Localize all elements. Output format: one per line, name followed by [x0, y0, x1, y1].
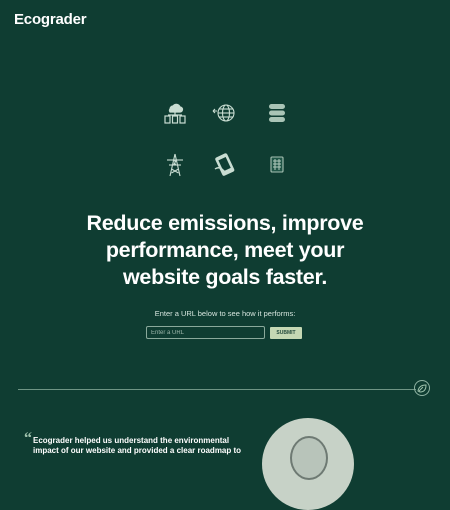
avatar — [290, 436, 328, 480]
globe-network-icon — [212, 100, 238, 126]
testimonial-photo — [262, 418, 354, 510]
hero-icons — [150, 96, 300, 184]
hero-headline: Reduce emissions, improve performance, m… — [86, 211, 364, 289]
section-divider — [18, 389, 416, 390]
url-prompt: Enter a URL below to see how it performs… — [154, 309, 296, 318]
leaf-badge-icon — [414, 380, 430, 396]
cloud-server-icon — [162, 100, 188, 126]
ecograder-logo[interactable]: Ecograder — [14, 11, 87, 28]
power-tower-icon — [162, 152, 188, 178]
device-icon — [264, 152, 290, 178]
quote-mark: “ — [24, 430, 32, 447]
mobile-payment-icon — [212, 152, 238, 178]
url-input[interactable] — [146, 326, 265, 339]
submit-button[interactable]: SUBMIT — [270, 327, 302, 339]
database-icon — [264, 100, 290, 126]
testimonial-quote: Ecograder helped us understand the envir… — [33, 436, 242, 455]
